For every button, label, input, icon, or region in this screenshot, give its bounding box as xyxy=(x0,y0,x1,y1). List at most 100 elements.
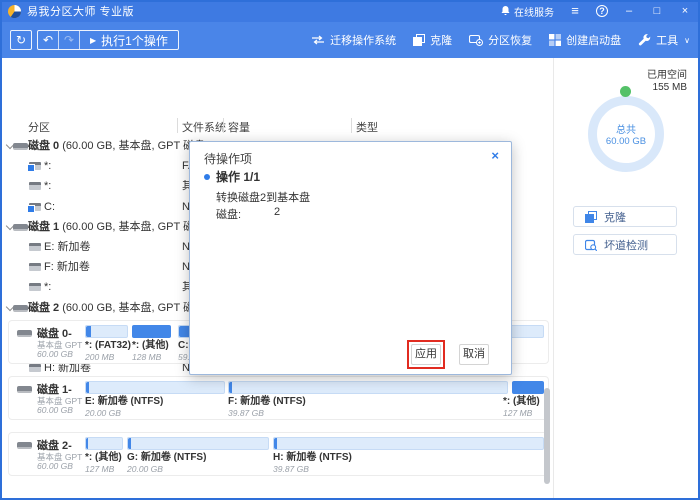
refresh-button[interactable]: ↻ xyxy=(10,30,32,50)
clone-sidebar-button[interactable]: 克隆 xyxy=(573,206,677,227)
execute-operations-label: 执行1个操作 xyxy=(101,32,168,49)
surface-test-label: 坏道检测 xyxy=(604,237,648,253)
partition-icon xyxy=(29,243,41,251)
play-icon: ▶ xyxy=(90,36,96,45)
online-service-label: 在线服务 xyxy=(514,4,554,19)
disk-card-1[interactable]: 磁盘 1- 基本盘 GPT 60.00 GB E: 新加卷 (NTFS)20.0… xyxy=(8,376,549,420)
partition-icon xyxy=(29,162,41,170)
highlight-annotation xyxy=(407,340,445,369)
disk-card-size: 60.00 GB xyxy=(37,349,73,359)
column-partition: 分区 xyxy=(28,119,50,135)
partition-recovery-button[interactable]: 分区恢复 xyxy=(469,32,532,48)
partition-block[interactable] xyxy=(85,381,225,394)
partition-size: 128 MB xyxy=(132,352,169,362)
create-boot-disk-label: 创建启动盘 xyxy=(566,32,621,48)
disk-bar-1: E: 新加卷 (NTFS)20.00 GB F: 新加卷 (NTFS)39.87… xyxy=(79,377,550,419)
copy-icon xyxy=(585,211,597,223)
operation-header: 操作 1/1 xyxy=(204,168,260,185)
clone-label: 克隆 xyxy=(430,32,452,48)
toolbar: ↻ ↶ ↷ ▶ 执行1个操作 迁移操作系统 克隆 分区恢复 xyxy=(0,22,700,58)
minimize-button[interactable]: – xyxy=(622,4,636,18)
pending-operations-dialog: 待操作项 × 操作 1/1 转换磁盘2到基本盘 磁盘: 2 应用 取消 xyxy=(189,141,512,375)
grid-icon xyxy=(549,34,561,46)
help-icon[interactable]: ? xyxy=(596,5,608,17)
used-space-label: 已用空间 xyxy=(647,70,687,81)
column-type: 类型 xyxy=(356,119,378,135)
table-header: 分区 文件系统 容量 类型 xyxy=(0,118,553,135)
partition-block[interactable] xyxy=(273,437,544,450)
partition-size: 127 MB xyxy=(503,408,540,418)
partition-label: *: (其他) xyxy=(85,452,122,464)
partition-label: F: 新加卷 (NTFS) xyxy=(228,396,306,408)
dialog-title: 待操作项 xyxy=(204,150,252,167)
partition-icon xyxy=(29,283,41,291)
cancel-button[interactable]: 取消 xyxy=(459,344,489,365)
partition-block[interactable] xyxy=(85,437,123,450)
partition-icon xyxy=(29,364,41,372)
partition-icon xyxy=(29,203,41,211)
window-title: 易我分区大师 专业版 xyxy=(27,3,134,19)
param-label: 磁盘: xyxy=(216,209,241,221)
tools-menu-button[interactable]: 工具 ∨ xyxy=(638,32,690,48)
close-button[interactable]: × xyxy=(678,4,692,18)
operation-description: 转换磁盘2到基本盘 xyxy=(216,189,310,205)
column-divider xyxy=(223,118,224,133)
dialog-close-icon[interactable]: × xyxy=(491,149,499,163)
online-service-button[interactable]: 在线服务 xyxy=(501,4,554,19)
partition-block[interactable] xyxy=(127,437,269,450)
column-divider xyxy=(351,118,352,133)
disk-icon xyxy=(17,386,32,393)
bell-icon xyxy=(501,6,510,16)
create-boot-disk-button[interactable]: 创建启动盘 xyxy=(549,32,621,48)
column-filesystem: 文件系统 xyxy=(182,119,226,135)
used-space-dot-icon xyxy=(620,86,631,97)
total-value: 60.00 GB xyxy=(597,136,655,147)
recovery-icon xyxy=(469,34,483,46)
partition-size: 39.87 GB xyxy=(273,464,352,474)
column-capacity: 容量 xyxy=(228,119,250,135)
operation-count: 操作 1/1 xyxy=(216,168,260,185)
param-value: 2 xyxy=(274,206,280,218)
partition-block[interactable] xyxy=(228,381,508,394)
surface-test-button[interactable]: 坏道检测 xyxy=(573,234,677,255)
disk-icon xyxy=(13,224,28,231)
disk-card-size: 60.00 GB xyxy=(37,461,73,471)
disk-icon xyxy=(13,143,28,150)
copy-icon xyxy=(413,34,425,46)
partition-size: 20.00 GB xyxy=(85,408,163,418)
clone-button[interactable]: 克隆 xyxy=(413,32,452,48)
chevron-down-icon: ∨ xyxy=(684,36,690,45)
partition-label: E: 新加卷 (NTFS) xyxy=(85,396,163,408)
partition-size: 39.87 GB xyxy=(228,408,306,418)
execute-operations-button[interactable]: ▶ 执行1个操作 xyxy=(80,31,178,49)
partition-block[interactable] xyxy=(85,325,128,338)
surface-test-icon xyxy=(585,239,597,251)
used-space-readout: 已用空间 155 MB xyxy=(647,70,687,94)
disk-icon xyxy=(13,305,28,312)
wrench-icon xyxy=(638,34,651,47)
partition-size: 127 MB xyxy=(85,464,122,474)
vertical-scrollbar[interactable] xyxy=(544,388,550,484)
redo-button[interactable]: ↷ xyxy=(59,31,80,49)
undo-button[interactable]: ↶ xyxy=(38,31,59,49)
used-space-value: 155 MB xyxy=(653,82,687,93)
partition-icon xyxy=(29,263,41,271)
disk-icon xyxy=(17,330,32,337)
menu-icon[interactable]: ≡ xyxy=(568,5,582,17)
total-label: 总共 xyxy=(597,121,655,136)
operation-param: 磁盘: 2 xyxy=(216,206,241,222)
app-window: 易我分区大师 专业版 在线服务 ≡ ? – □ × ↻ ↶ ↷ ▶ 执行1个操作 xyxy=(0,0,700,500)
disk-card-2[interactable]: 磁盘 2- 基本盘 GPT 60.00 GB *: (其他)127 MB G: … xyxy=(8,432,549,476)
disk-icon xyxy=(17,442,32,449)
sidebar: 已用空间 155 MB 总共 60.00 GB 克隆 坏道检测 xyxy=(554,58,700,498)
capacity-donut: 总共 60.00 GB xyxy=(588,96,664,172)
maximize-button[interactable]: □ xyxy=(650,4,664,18)
migrate-arrows-icon xyxy=(311,35,325,45)
migrate-os-button[interactable]: 迁移操作系统 xyxy=(311,32,396,48)
partition-label: *: (FAT32) xyxy=(85,340,131,352)
partition-block[interactable] xyxy=(512,381,544,394)
partition-block[interactable] xyxy=(132,325,171,338)
title-bar: 易我分区大师 专业版 在线服务 ≡ ? – □ × xyxy=(0,0,700,22)
partition-size: 20.00 GB xyxy=(127,464,206,474)
app-logo-icon xyxy=(8,5,21,18)
